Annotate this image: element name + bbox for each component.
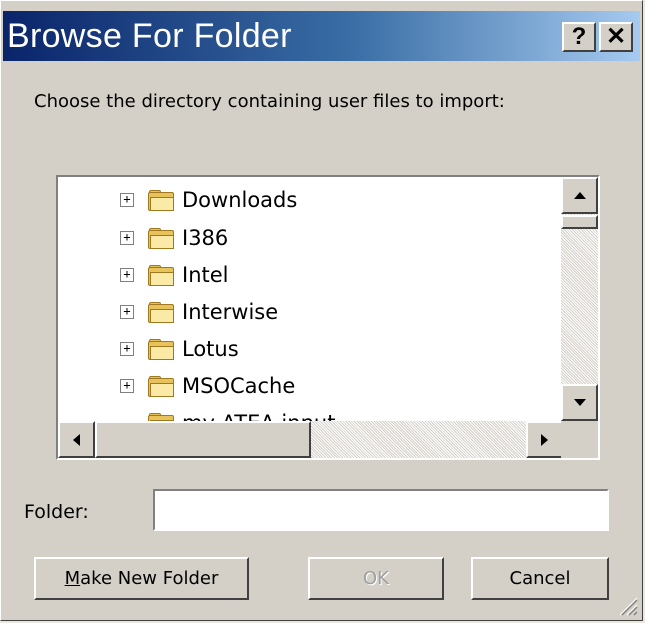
dialog-title: Browse For Folder bbox=[7, 17, 292, 55]
scroll-left-button[interactable] bbox=[58, 421, 95, 458]
expand-icon[interactable]: + bbox=[120, 305, 134, 319]
arrow-right-icon bbox=[540, 433, 548, 446]
horizontal-scroll-thumb[interactable] bbox=[95, 421, 311, 458]
folder-tree[interactable]: + Downloads + I386 + Intel + Interwise + bbox=[56, 175, 600, 460]
tree-item[interactable]: + Interwise bbox=[120, 295, 278, 329]
make-new-folder-label: ake New Folder bbox=[80, 568, 219, 589]
arrow-left-icon bbox=[72, 433, 80, 446]
expand-icon[interactable]: + bbox=[120, 231, 134, 245]
horizontal-scrollbar[interactable] bbox=[58, 421, 563, 458]
tree-item-label: my ATEA input bbox=[182, 411, 335, 421]
make-new-folder-button[interactable]: Make New Folder bbox=[34, 557, 249, 600]
title-bar[interactable]: Browse For Folder ? ✕ bbox=[3, 11, 640, 61]
folder-icon bbox=[148, 265, 174, 286]
arrow-up-icon bbox=[573, 191, 586, 199]
make-new-folder-accelerator: M bbox=[64, 568, 81, 589]
tree-item[interactable]: + Intel bbox=[120, 258, 229, 292]
arrow-down-icon bbox=[573, 398, 586, 406]
tree-item[interactable]: + Lotus bbox=[120, 332, 239, 366]
tree-item[interactable]: + MSOCache bbox=[120, 369, 295, 403]
scroll-down-button[interactable] bbox=[561, 384, 598, 421]
tree-item[interactable]: + I386 bbox=[120, 221, 228, 255]
tree-item-label: MSOCache bbox=[182, 374, 296, 398]
expand-icon[interactable]: + bbox=[120, 193, 134, 207]
scroll-right-button[interactable] bbox=[526, 421, 563, 458]
vertical-scroll-thumb[interactable] bbox=[561, 215, 598, 229]
expand-icon[interactable]: + bbox=[120, 268, 134, 282]
folder-icon bbox=[148, 339, 174, 360]
scrollbar-corner bbox=[561, 421, 598, 458]
tree-item-label: Intel bbox=[182, 263, 229, 287]
tree-item-label: I386 bbox=[182, 226, 229, 250]
tree-item-label: Downloads bbox=[182, 188, 298, 212]
close-button[interactable]: ✕ bbox=[599, 22, 633, 52]
expand-icon[interactable]: + bbox=[120, 342, 134, 356]
folder-tree-viewport: + Downloads + I386 + Intel + Interwise + bbox=[58, 177, 563, 421]
vertical-scrollbar[interactable] bbox=[561, 177, 598, 421]
tree-item[interactable]: my ATEA input bbox=[148, 406, 335, 421]
resize-grip-icon[interactable] bbox=[616, 594, 638, 616]
folder-input[interactable] bbox=[153, 489, 609, 531]
folder-icon bbox=[148, 376, 174, 397]
ok-button[interactable]: OK bbox=[308, 557, 444, 600]
folder-icon bbox=[148, 190, 174, 211]
folder-icon bbox=[148, 228, 174, 249]
tree-item-label: Interwise bbox=[182, 300, 279, 324]
expand-icon[interactable]: + bbox=[120, 379, 134, 393]
tree-item-label: Lotus bbox=[182, 337, 239, 361]
help-button[interactable]: ? bbox=[562, 22, 596, 52]
tree-item[interactable]: + Downloads bbox=[120, 183, 297, 217]
cancel-button[interactable]: Cancel bbox=[471, 557, 609, 600]
folder-field-label: Folder: bbox=[24, 501, 89, 523]
scroll-up-button[interactable] bbox=[561, 177, 598, 214]
browse-for-folder-dialog: Browse For Folder ? ✕ Choose the directo… bbox=[0, 0, 643, 621]
folder-icon bbox=[148, 302, 174, 323]
folder-icon bbox=[148, 413, 174, 421]
instruction-text: Choose the directory containing user fil… bbox=[34, 91, 505, 112]
